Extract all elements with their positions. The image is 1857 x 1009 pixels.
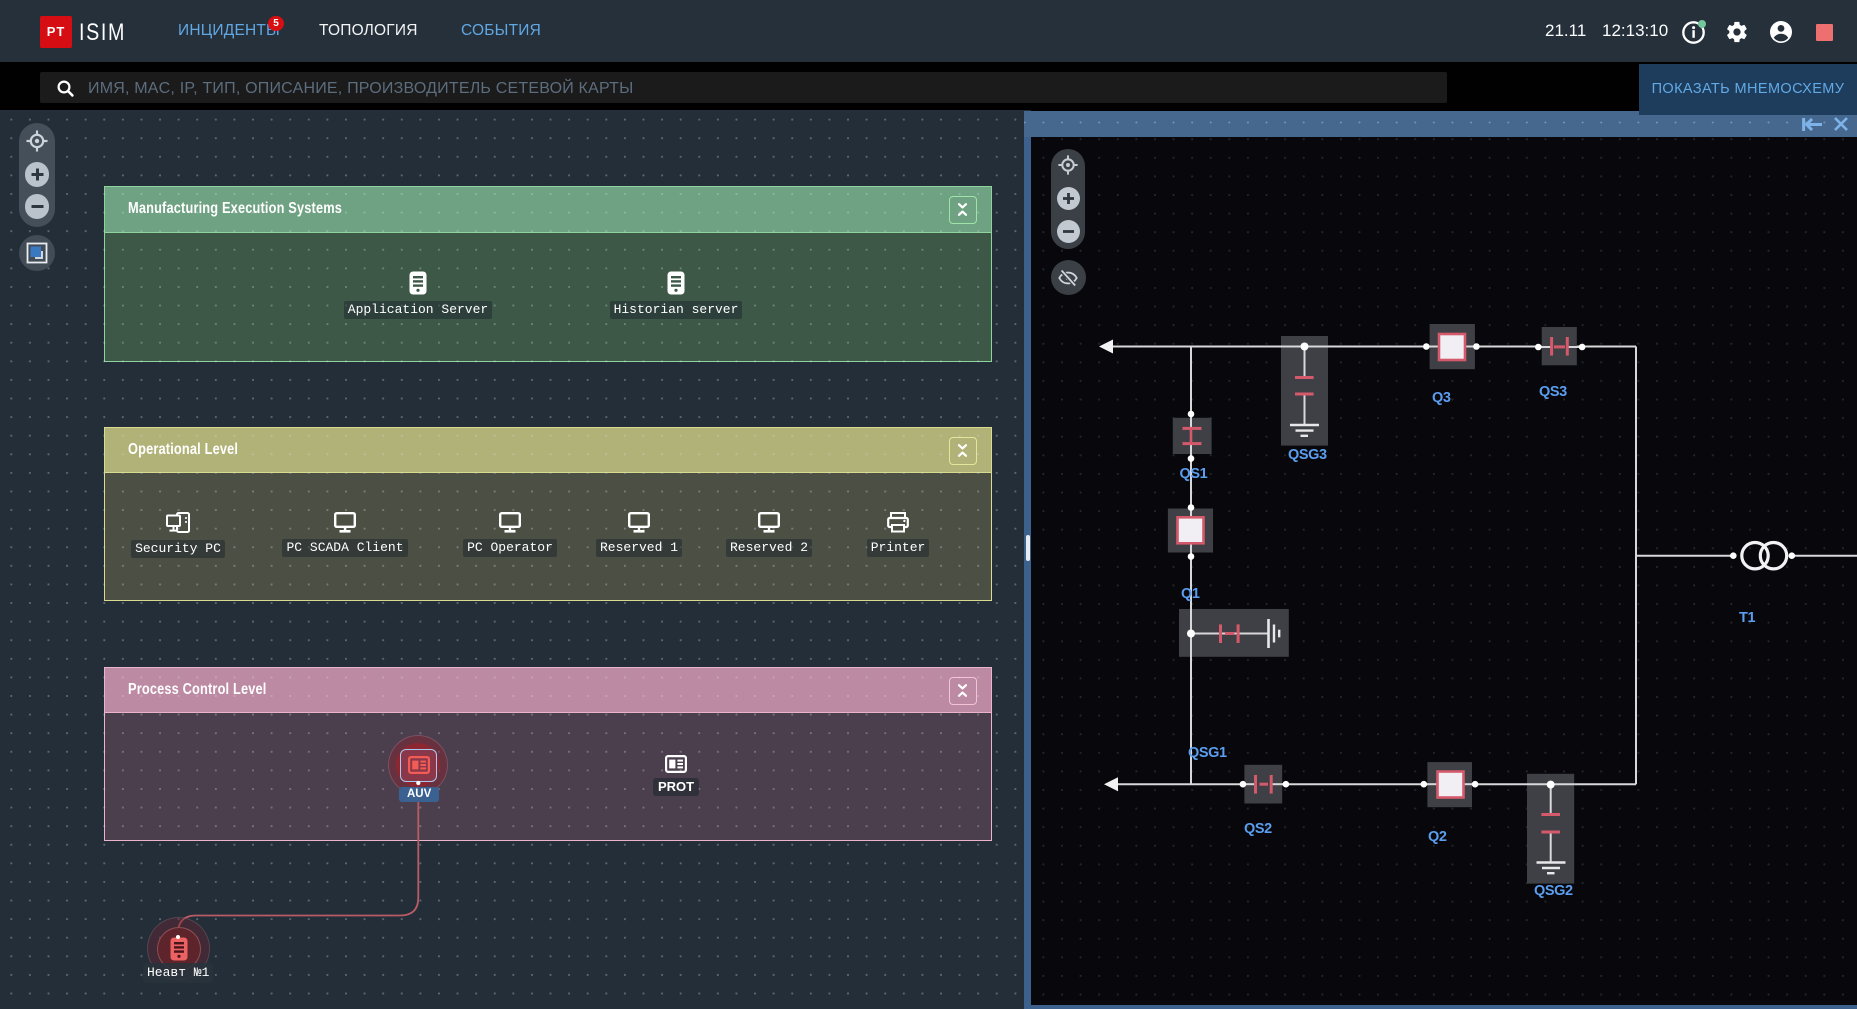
svg-text:QS1: QS1 bbox=[1180, 466, 1208, 482]
svg-text:QS2: QS2 bbox=[1244, 821, 1272, 837]
svg-text:Q3: Q3 bbox=[1432, 390, 1451, 406]
svg-text:Q1: Q1 bbox=[1181, 586, 1200, 602]
svg-text:QSG2: QSG2 bbox=[1534, 883, 1573, 899]
svg-text:QSG3: QSG3 bbox=[1288, 447, 1327, 463]
svg-text:QSG1: QSG1 bbox=[1188, 745, 1227, 761]
svg-text:Q2: Q2 bbox=[1428, 829, 1447, 845]
svg-text:T1: T1 bbox=[1739, 610, 1755, 626]
svg-text:QS3: QS3 bbox=[1539, 384, 1567, 400]
